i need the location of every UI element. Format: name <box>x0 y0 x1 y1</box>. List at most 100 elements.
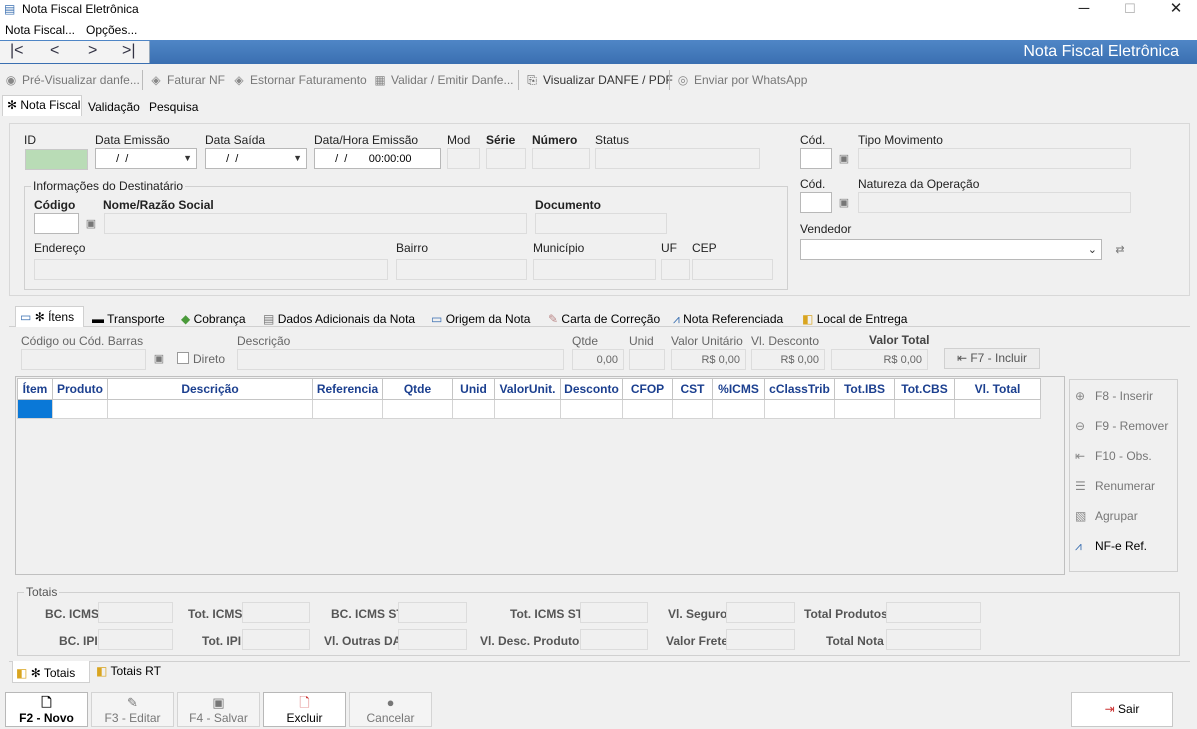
last-record-button[interactable]: >| <box>122 42 136 60</box>
column-header[interactable]: Referencia <box>312 378 383 400</box>
obs-button[interactable]: ⇤ F10 - Obs. <box>1075 449 1152 463</box>
serie-label: Série <box>486 133 516 147</box>
excluir-button[interactable]: 🗋 Excluir <box>263 692 346 727</box>
refresh-icon[interactable]: ⇄ <box>1112 243 1128 257</box>
cancelar-button[interactable]: ● Cancelar <box>349 692 432 727</box>
column-header[interactable]: ValorUnit. <box>494 378 561 400</box>
grid-cell[interactable] <box>834 399 895 419</box>
chevron-down-icon[interactable]: ▼ <box>183 153 192 163</box>
prev-record-button[interactable]: < <box>50 42 59 60</box>
grid-cell[interactable] <box>560 399 623 419</box>
module-title: Nota Fiscal Eletrônica <box>1023 43 1179 60</box>
lookup-icon[interactable]: ▣ <box>836 196 852 210</box>
endereco-label: Endereço <box>34 241 86 255</box>
tab-cobranca[interactable]: ◆ Cobrança <box>181 312 246 326</box>
vendedor-select[interactable]: ⌄ <box>800 239 1102 260</box>
grid-cell[interactable] <box>622 399 673 419</box>
whatsapp-button[interactable]: ◎ Enviar por WhatsApp <box>676 73 808 87</box>
renumerar-button[interactable]: ☰ Renumerar <box>1075 479 1155 493</box>
remover-button[interactable]: ⊖ F9 - Remover <box>1075 419 1168 433</box>
faturar-button[interactable]: ◈ Faturar NF <box>149 73 225 87</box>
lookup-icon[interactable]: ▣ <box>836 152 852 166</box>
tab-pesquisa[interactable]: Pesquisa <box>149 100 198 114</box>
qtde-label: Qtde <box>572 334 599 348</box>
column-header[interactable]: CFOP <box>622 378 673 400</box>
estornar-button[interactable]: ◈ Estornar Faturamento <box>232 73 366 87</box>
tab-nota-referenciada[interactable]: ⩘ Nota Referenciada <box>673 312 783 327</box>
direto-checkbox[interactable] <box>177 352 189 364</box>
grid-cell[interactable] <box>382 399 453 419</box>
column-header[interactable]: %ICMS <box>712 378 765 400</box>
unid-label: Unid <box>629 334 654 348</box>
minimize-button[interactable]: ─ <box>1061 0 1107 20</box>
codigo-dest-field[interactable] <box>34 213 79 234</box>
grid-cell[interactable] <box>452 399 495 419</box>
column-header[interactable]: Descrição <box>107 378 313 400</box>
tab-itens[interactable]: ▭ ✻ Ítens <box>20 310 74 324</box>
data-emissao-field[interactable]: / / ▼ <box>95 148 197 169</box>
minus-circle-icon: ⊖ <box>1075 419 1086 433</box>
column-header[interactable]: CST <box>672 378 713 400</box>
column-header[interactable]: Unid <box>452 378 495 400</box>
tab-totais[interactable]: ◧ ✻ Totais <box>16 666 75 680</box>
validar-emitir-button[interactable]: ▦ Validar / Emitir Danfe... <box>373 73 513 87</box>
nfe-ref-button[interactable]: ⩘ NF-e Ref. <box>1075 539 1147 554</box>
printer-icon: ▦ <box>374 73 386 87</box>
tab-transporte[interactable]: ▬ Transporte <box>92 312 165 326</box>
cod-natureza-field[interactable] <box>800 192 832 213</box>
tab-totais-rt[interactable]: ◧ Totais RT <box>96 664 161 678</box>
grid-cell[interactable] <box>894 399 955 419</box>
column-header[interactable]: Tot.IBS <box>834 378 895 400</box>
data-hora-emissao-field[interactable]: / / 00:00:00 <box>314 148 441 169</box>
menu-nota-fiscal[interactable]: Nota Fiscal... <box>5 23 75 37</box>
grid-cell[interactable] <box>312 399 383 419</box>
tab-local-entrega[interactable]: ◧ Local de Entrega <box>802 312 907 326</box>
table-row[interactable] <box>17 399 1041 419</box>
chart-icon: ⩘ <box>673 312 680 326</box>
grid-cell[interactable] <box>954 399 1041 419</box>
novo-button[interactable]: 🗋 F2 - Novo <box>5 692 88 727</box>
visualizar-pdf-button[interactable]: ⎘ Visualizar DANFE / PDF <box>525 73 673 88</box>
tab-origem[interactable]: ▭ Origem da Nota <box>431 312 530 326</box>
tab-dados-adicionais[interactable]: ▤ Dados Adicionais da Nota <box>263 312 415 326</box>
tot-ipi-field <box>242 629 310 650</box>
chevron-down-icon[interactable]: ▼ <box>293 153 302 163</box>
salvar-button[interactable]: ▣ F4 - Salvar <box>177 692 260 727</box>
menu-opcoes[interactable]: Opções... <box>86 23 137 37</box>
column-header[interactable]: Produto <box>52 378 108 400</box>
lookup-icon[interactable]: ▣ <box>83 217 99 231</box>
column-header[interactable]: Qtde <box>382 378 453 400</box>
grid-cell[interactable] <box>52 399 108 419</box>
close-button[interactable]: ✕ <box>1153 0 1197 20</box>
chevron-down-icon[interactable]: ⌄ <box>1088 243 1097 256</box>
tab-carta-correcao[interactable]: ✎ Carta de Correção <box>548 312 660 326</box>
column-header[interactable]: Desconto <box>560 378 623 400</box>
grid-cell[interactable] <box>494 399 561 419</box>
serie-field <box>486 148 526 169</box>
column-header[interactable]: Vl. Total <box>954 378 1041 400</box>
codigo-barras-field <box>21 349 146 370</box>
grid-cell[interactable] <box>107 399 313 419</box>
maximize-button[interactable]: ☐ <box>1107 0 1153 20</box>
grid-cell[interactable] <box>764 399 835 419</box>
data-saida-field[interactable]: / / ▼ <box>205 148 307 169</box>
column-header[interactable]: Tot.CBS <box>894 378 955 400</box>
tab-nota-fiscal[interactable]: ✻ Nota Fiscal <box>7 98 80 112</box>
inserir-button[interactable]: ⊕ F8 - Inserir <box>1075 389 1153 403</box>
grid-cell[interactable] <box>672 399 713 419</box>
grid-cell-selected[interactable] <box>17 399 53 419</box>
sair-button[interactable]: ⇥ Sair <box>1071 692 1173 727</box>
editar-button[interactable]: ✎ F3 - Editar <box>91 692 174 727</box>
next-record-button[interactable]: > <box>88 42 97 60</box>
preview-danfe-button[interactable]: ◉ Pré-Visualizar danfe... <box>4 73 140 87</box>
grid-cell[interactable] <box>712 399 765 419</box>
agrupar-button[interactable]: ▧ Agrupar <box>1075 509 1138 523</box>
column-header[interactable]: cClassTrib <box>764 378 835 400</box>
column-header[interactable]: Ítem <box>17 378 53 400</box>
cod-tipo-field[interactable] <box>800 148 832 169</box>
lookup-icon[interactable]: ▣ <box>151 352 167 366</box>
items-grid[interactable]: Ítem Produto Descrição Referencia Qtde U… <box>17 378 1041 419</box>
first-record-button[interactable]: |< <box>10 42 24 60</box>
incluir-button[interactable]: ⇤ F7 - Incluir <box>944 348 1040 369</box>
tab-validacao[interactable]: Validação <box>88 100 140 114</box>
